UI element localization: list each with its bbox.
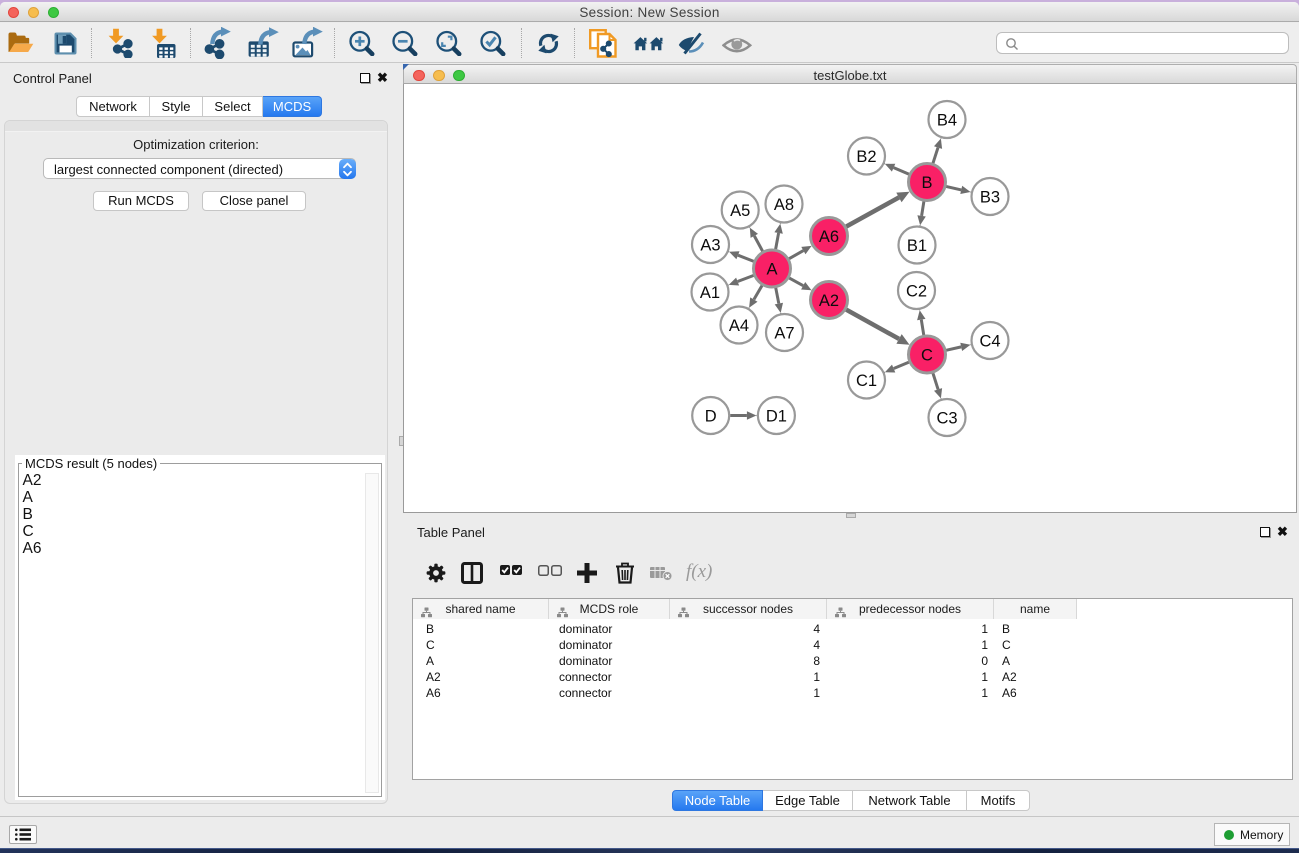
svg-text:D1: D1 [766,407,787,425]
svg-text:A4: A4 [729,317,749,335]
svg-text:B2: B2 [856,148,876,166]
svg-text:B4: B4 [937,111,957,129]
svg-text:A3: A3 [700,236,720,254]
svg-text:C2: C2 [906,282,927,300]
svg-text:A5: A5 [730,202,750,220]
svg-text:A1: A1 [700,284,720,302]
svg-text:A2: A2 [819,292,839,310]
svg-text:A6: A6 [819,228,839,246]
svg-text:B: B [921,174,932,192]
svg-text:A7: A7 [774,324,794,342]
svg-text:A: A [766,260,777,278]
svg-text:B1: B1 [907,237,927,255]
svg-text:A8: A8 [774,196,794,214]
svg-text:D: D [705,407,717,425]
svg-text:C3: C3 [936,409,957,427]
svg-text:B3: B3 [980,188,1000,206]
svg-text:C4: C4 [979,332,1000,350]
svg-text:C1: C1 [856,372,877,390]
svg-text:C: C [921,346,933,364]
